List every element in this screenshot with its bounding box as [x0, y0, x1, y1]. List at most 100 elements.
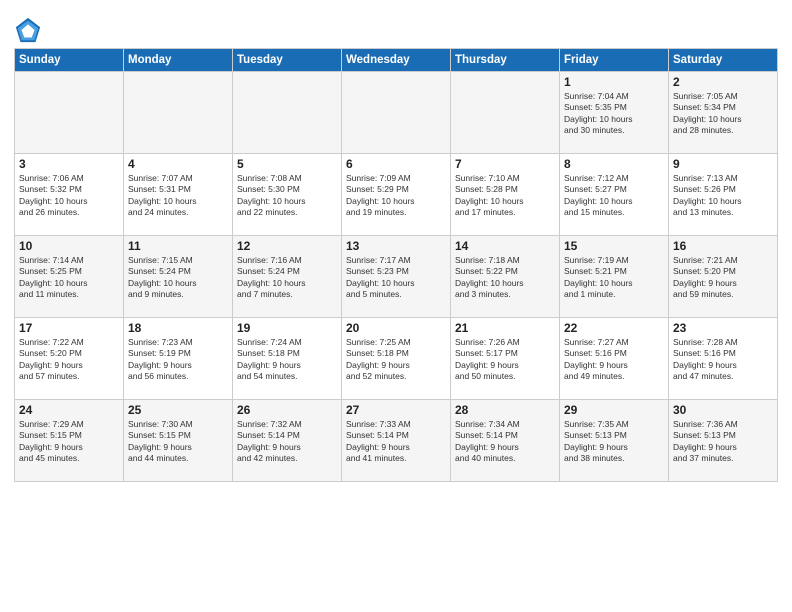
day-cell: 5 Sunrise: 7:08 AM Sunset: 5:30 PM Daylig…: [233, 154, 342, 236]
day-info: Sunrise: 7:27 AM Sunset: 5:16 PM Dayligh…: [564, 337, 664, 383]
day-number: 1: [564, 75, 664, 89]
day-info: Sunrise: 7:04 AM Sunset: 5:35 PM Dayligh…: [564, 91, 664, 137]
day-cell: [233, 72, 342, 154]
day-cell: [342, 72, 451, 154]
day-info: Sunrise: 7:13 AM Sunset: 5:26 PM Dayligh…: [673, 173, 773, 219]
day-info: Sunrise: 7:09 AM Sunset: 5:29 PM Dayligh…: [346, 173, 446, 219]
weekday-header-wednesday: Wednesday: [342, 49, 451, 72]
day-info: Sunrise: 7:26 AM Sunset: 5:17 PM Dayligh…: [455, 337, 555, 383]
day-cell: 15Sunrise: 7:19 AM Sunset: 5:21 PM Dayli…: [560, 236, 669, 318]
day-info: Sunrise: 7:30 AM Sunset: 5:15 PM Dayligh…: [128, 419, 228, 465]
day-cell: 24 Sunrise: 7:29 AM Sunset: 5:15 PM Dayli…: [15, 400, 124, 482]
day-number: 28: [455, 403, 555, 417]
day-cell: 7 Sunrise: 7:10 AM Sunset: 5:28 PM Daylig…: [451, 154, 560, 236]
day-cell: 6Sunrise: 7:09 AM Sunset: 5:29 PM Daylig…: [342, 154, 451, 236]
header: [14, 10, 778, 44]
day-info: Sunrise: 7:14 AM Sunset: 5:25 PM Dayligh…: [19, 255, 119, 301]
day-info: Sunrise: 7:36 AM Sunset: 5:13 PM Dayligh…: [673, 419, 773, 465]
day-info: Sunrise: 7:05 AM Sunset: 5:34 PM Dayligh…: [673, 91, 773, 137]
day-cell: 17 Sunrise: 7:22 AM Sunset: 5:20 PM Dayli…: [15, 318, 124, 400]
day-number: 22: [564, 321, 664, 335]
day-cell: 28Sunrise: 7:34 AM Sunset: 5:14 PM Dayli…: [451, 400, 560, 482]
weekday-header-tuesday: Tuesday: [233, 49, 342, 72]
day-number: 2: [673, 75, 773, 89]
week-row-4: 17 Sunrise: 7:22 AM Sunset: 5:20 PM Dayli…: [15, 318, 778, 400]
day-cell: 25 Sunrise: 7:30 AM Sunset: 5:15 PM Dayli…: [124, 400, 233, 482]
day-number: 29: [564, 403, 664, 417]
day-number: 19: [237, 321, 337, 335]
day-number: 7: [455, 157, 555, 171]
day-number: 20: [346, 321, 446, 335]
weekday-header-friday: Friday: [560, 49, 669, 72]
day-info: Sunrise: 7:16 AM Sunset: 5:24 PM Dayligh…: [237, 255, 337, 301]
day-number: 25: [128, 403, 228, 417]
day-number: 8: [564, 157, 664, 171]
day-number: 17: [19, 321, 119, 335]
logo-icon: [14, 16, 42, 44]
day-cell: 16Sunrise: 7:21 AM Sunset: 5:20 PM Dayli…: [669, 236, 778, 318]
calendar-container: SundayMondayTuesdayWednesdayThursdayFrid…: [0, 0, 792, 492]
weekday-header-saturday: Saturday: [669, 49, 778, 72]
day-info: Sunrise: 7:28 AM Sunset: 5:16 PM Dayligh…: [673, 337, 773, 383]
day-cell: [124, 72, 233, 154]
day-cell: 2 Sunrise: 7:05 AM Sunset: 5:34 PM Daylig…: [669, 72, 778, 154]
day-cell: 27 Sunrise: 7:33 AM Sunset: 5:14 PM Dayli…: [342, 400, 451, 482]
day-cell: 18 Sunrise: 7:23 AM Sunset: 5:19 PM Dayli…: [124, 318, 233, 400]
day-info: Sunrise: 7:29 AM Sunset: 5:15 PM Dayligh…: [19, 419, 119, 465]
day-info: Sunrise: 7:06 AM Sunset: 5:32 PM Dayligh…: [19, 173, 119, 219]
weekday-header-thursday: Thursday: [451, 49, 560, 72]
day-cell: 1 Sunrise: 7:04 AM Sunset: 5:35 PM Daylig…: [560, 72, 669, 154]
day-cell: 14 Sunrise: 7:18 AM Sunset: 5:22 PM Dayli…: [451, 236, 560, 318]
day-number: 21: [455, 321, 555, 335]
day-info: Sunrise: 7:08 AM Sunset: 5:30 PM Dayligh…: [237, 173, 337, 219]
day-cell: 21 Sunrise: 7:26 AM Sunset: 5:17 PM Dayli…: [451, 318, 560, 400]
week-row-3: 10 Sunrise: 7:14 AM Sunset: 5:25 PM Dayli…: [15, 236, 778, 318]
week-row-1: 1 Sunrise: 7:04 AM Sunset: 5:35 PM Daylig…: [15, 72, 778, 154]
day-info: Sunrise: 7:10 AM Sunset: 5:28 PM Dayligh…: [455, 173, 555, 219]
day-cell: 11 Sunrise: 7:15 AM Sunset: 5:24 PM Dayli…: [124, 236, 233, 318]
day-info: Sunrise: 7:25 AM Sunset: 5:18 PM Dayligh…: [346, 337, 446, 383]
day-number: 12: [237, 239, 337, 253]
day-info: Sunrise: 7:32 AM Sunset: 5:14 PM Dayligh…: [237, 419, 337, 465]
day-cell: 19 Sunrise: 7:24 AM Sunset: 5:18 PM Dayli…: [233, 318, 342, 400]
day-info: Sunrise: 7:24 AM Sunset: 5:18 PM Dayligh…: [237, 337, 337, 383]
day-number: 14: [455, 239, 555, 253]
day-info: Sunrise: 7:35 AM Sunset: 5:13 PM Dayligh…: [564, 419, 664, 465]
day-cell: 3 Sunrise: 7:06 AM Sunset: 5:32 PM Daylig…: [15, 154, 124, 236]
weekday-header-sunday: Sunday: [15, 49, 124, 72]
day-cell: 22 Sunrise: 7:27 AM Sunset: 5:16 PM Dayli…: [560, 318, 669, 400]
weekday-header-monday: Monday: [124, 49, 233, 72]
day-cell: 13 Sunrise: 7:17 AM Sunset: 5:23 PM Dayli…: [342, 236, 451, 318]
day-info: Sunrise: 7:07 AM Sunset: 5:31 PM Dayligh…: [128, 173, 228, 219]
day-info: Sunrise: 7:18 AM Sunset: 5:22 PM Dayligh…: [455, 255, 555, 301]
day-info: Sunrise: 7:33 AM Sunset: 5:14 PM Dayligh…: [346, 419, 446, 465]
day-number: 10: [19, 239, 119, 253]
day-cell: 4 Sunrise: 7:07 AM Sunset: 5:31 PM Daylig…: [124, 154, 233, 236]
day-cell: 29 Sunrise: 7:35 AM Sunset: 5:13 PM Dayli…: [560, 400, 669, 482]
day-info: Sunrise: 7:17 AM Sunset: 5:23 PM Dayligh…: [346, 255, 446, 301]
day-number: 3: [19, 157, 119, 171]
day-info: Sunrise: 7:12 AM Sunset: 5:27 PM Dayligh…: [564, 173, 664, 219]
day-number: 23: [673, 321, 773, 335]
day-number: 13: [346, 239, 446, 253]
day-info: Sunrise: 7:15 AM Sunset: 5:24 PM Dayligh…: [128, 255, 228, 301]
day-number: 11: [128, 239, 228, 253]
day-number: 26: [237, 403, 337, 417]
day-number: 4: [128, 157, 228, 171]
day-number: 5: [237, 157, 337, 171]
day-cell: 26 Sunrise: 7:32 AM Sunset: 5:14 PM Dayli…: [233, 400, 342, 482]
day-number: 27: [346, 403, 446, 417]
day-cell: 20 Sunrise: 7:25 AM Sunset: 5:18 PM Dayli…: [342, 318, 451, 400]
day-number: 18: [128, 321, 228, 335]
week-row-2: 3 Sunrise: 7:06 AM Sunset: 5:32 PM Daylig…: [15, 154, 778, 236]
day-cell: [451, 72, 560, 154]
day-info: Sunrise: 7:22 AM Sunset: 5:20 PM Dayligh…: [19, 337, 119, 383]
day-number: 24: [19, 403, 119, 417]
day-number: 9: [673, 157, 773, 171]
day-info: Sunrise: 7:23 AM Sunset: 5:19 PM Dayligh…: [128, 337, 228, 383]
day-cell: [15, 72, 124, 154]
weekday-header-row: SundayMondayTuesdayWednesdayThursdayFrid…: [15, 49, 778, 72]
calendar-table: SundayMondayTuesdayWednesdayThursdayFrid…: [14, 48, 778, 482]
day-cell: 12 Sunrise: 7:16 AM Sunset: 5:24 PM Dayli…: [233, 236, 342, 318]
day-cell: 30Sunrise: 7:36 AM Sunset: 5:13 PM Dayli…: [669, 400, 778, 482]
